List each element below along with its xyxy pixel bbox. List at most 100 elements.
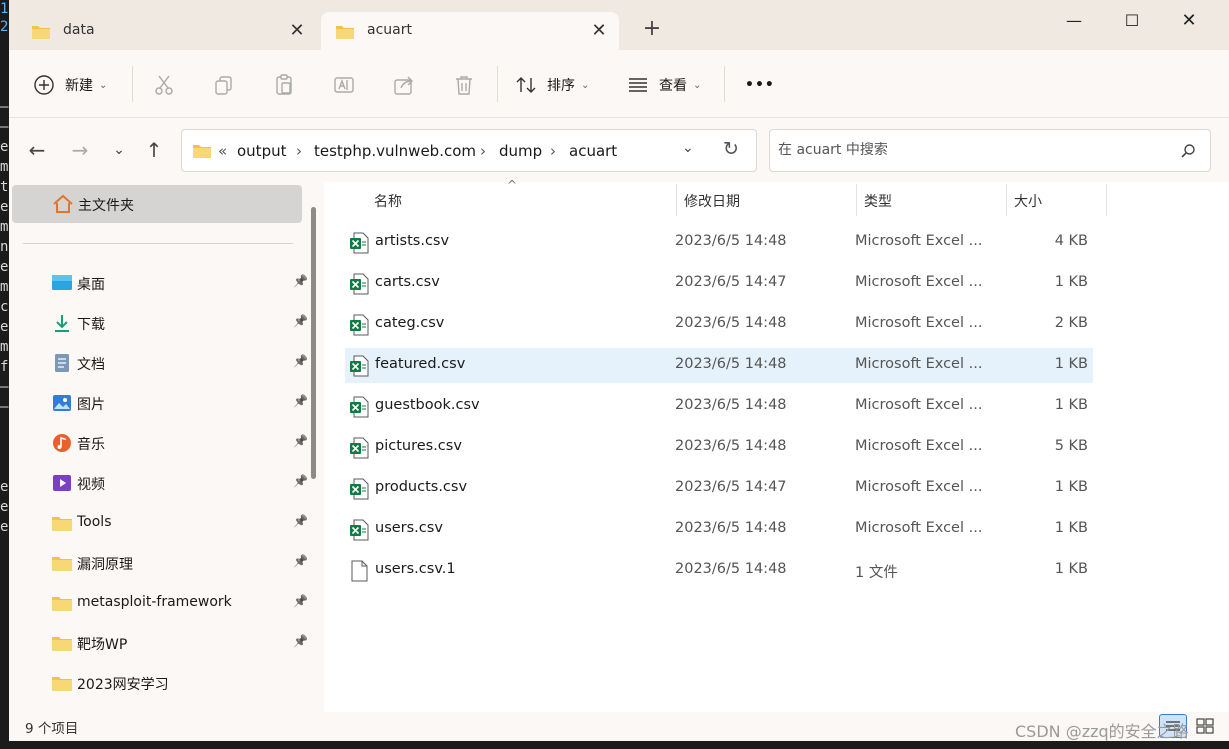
file-icon	[349, 560, 369, 586]
column-divider[interactable]	[676, 184, 677, 216]
file-type: Microsoft Excel ...	[855, 520, 983, 536]
breadcrumb-separator[interactable]: ›	[550, 142, 556, 160]
sidebar-scrollbar[interactable]	[311, 207, 316, 479]
pin-icon[interactable]: 📌	[293, 314, 308, 328]
breadcrumb-separator[interactable]: ›	[480, 142, 486, 160]
pin-icon[interactable]: 📌	[293, 554, 308, 568]
breadcrumb-output[interactable]: output	[237, 142, 286, 160]
pin-icon[interactable]: 📌	[293, 274, 308, 288]
sort-ascending-icon: ^	[507, 178, 518, 192]
file-row[interactable]: featured.csv 2023/6/5 14:48 Microsoft Exce…	[345, 348, 1093, 383]
column-header-size[interactable]: 大小	[1014, 191, 1042, 211]
close-icon[interactable]: ✕	[287, 20, 307, 41]
file-modified-date: 2023/6/5 14:48	[675, 438, 787, 454]
chevron-down-icon: ⌄	[581, 79, 590, 91]
paste-icon	[276, 74, 292, 95]
sidebar-item-8[interactable]: 漏洞原理 📌	[23, 544, 308, 582]
terminal-char: f	[0, 360, 9, 374]
pin-icon[interactable]: 📌	[293, 474, 308, 488]
pin-icon[interactable]: 📌	[293, 394, 308, 408]
column-header-date[interactable]: 修改日期	[684, 191, 740, 211]
paste-button[interactable]	[272, 68, 296, 102]
maximize-button[interactable]: ☐	[1112, 6, 1152, 36]
sidebar-item-5[interactable]: 音乐 📌	[23, 424, 308, 462]
folder-icon	[51, 513, 73, 533]
new-button[interactable]: 新建 ⌄	[33, 68, 107, 102]
tab-data[interactable]: data ✕	[17, 12, 317, 50]
folder-icon	[51, 633, 73, 653]
file-row[interactable]: carts.csv 2023/6/5 14:47 Microsoft Excel .…	[345, 266, 1093, 301]
search-icon[interactable]	[1180, 143, 1196, 159]
refresh-icon[interactable]: ↻	[723, 138, 739, 160]
file-name: artists.csv	[375, 233, 450, 249]
watermark: CSDN @zzq的安全之路	[1015, 722, 1189, 741]
tiles-view-toggle[interactable]	[1194, 716, 1216, 736]
tiles-view-icon	[1196, 718, 1214, 734]
copy-button[interactable]	[212, 68, 236, 102]
column-divider[interactable]	[1106, 184, 1107, 216]
pin-icon[interactable]: 📌	[293, 634, 308, 648]
rename-button[interactable]	[332, 68, 356, 102]
address-bar[interactable]: « output › testphp.vulnweb.com › dump › …	[181, 129, 757, 172]
new-tab-button[interactable]: +	[637, 16, 667, 41]
file-row[interactable]: users.csv.1 2023/6/5 14:48 1 文件 1 KB	[345, 553, 1093, 588]
breadcrumb-acuart[interactable]: acuart	[569, 142, 617, 160]
search-input[interactable]	[778, 142, 1158, 158]
cut-button[interactable]	[152, 68, 176, 102]
back-arrow-icon[interactable]: ←	[23, 138, 51, 162]
minimize-button[interactable]: —	[1054, 6, 1094, 36]
pin-icon[interactable]: 📌	[293, 354, 308, 368]
tab-acuart[interactable]: acuart ✕	[321, 12, 619, 50]
sidebar-item-home[interactable]: 主文件夹	[12, 185, 302, 223]
breadcrumb-separator[interactable]: ›	[296, 142, 302, 160]
view-list-icon	[629, 78, 647, 92]
sort-button[interactable]: 排序 ⌄	[515, 68, 589, 102]
column-divider[interactable]	[1006, 184, 1007, 216]
more-options-button[interactable]: •••	[745, 68, 775, 102]
sort-label: 排序	[547, 78, 575, 94]
pin-icon[interactable]: 📌	[293, 514, 308, 528]
share-button[interactable]	[392, 68, 416, 102]
pin-icon[interactable]: 📌	[293, 434, 308, 448]
toolbar-divider	[497, 66, 498, 102]
close-icon[interactable]: ✕	[589, 20, 609, 41]
breadcrumb-overflow[interactable]: «	[218, 142, 227, 160]
sidebar-item-1[interactable]: 桌面 📌	[23, 264, 308, 302]
sidebar-item-4[interactable]: 图片 📌	[23, 384, 308, 422]
file-row[interactable]: guestbook.csv 2023/6/5 14:48 Microsoft Exc…	[345, 389, 1093, 424]
sidebar-item-11[interactable]: 2023网安学习	[23, 664, 303, 702]
file-row[interactable]: users.csv 2023/6/5 14:48 Microsoft Excel .…	[345, 512, 1093, 547]
terminal-char: m	[0, 160, 9, 174]
download-icon	[51, 313, 73, 333]
search-box[interactable]	[769, 129, 1211, 172]
sidebar-item-3[interactable]: 文档 📌	[23, 344, 308, 382]
column-header-type[interactable]: 类型	[864, 191, 892, 211]
sidebar-item-9[interactable]: metasploit-framework 📌	[23, 584, 308, 622]
up-arrow-icon[interactable]: ↑	[140, 138, 168, 162]
file-row[interactable]: pictures.csv 2023/6/5 14:48 Microsoft Exce…	[345, 430, 1093, 465]
recent-locations-chevron-icon[interactable]: ⌄	[105, 142, 133, 158]
file-name: carts.csv	[375, 274, 440, 290]
pin-icon[interactable]: 📌	[293, 594, 308, 608]
delete-button[interactable]	[452, 68, 476, 102]
file-row[interactable]: products.csv 2023/6/5 14:47 Microsoft Exce…	[345, 471, 1093, 506]
view-button[interactable]: 查看 ⌄	[627, 68, 701, 102]
file-size: 4 KB	[1054, 233, 1088, 249]
column-header-name[interactable]: 名称	[374, 191, 402, 211]
forward-arrow-icon[interactable]: →	[66, 138, 94, 162]
close-window-button[interactable]: ✕	[1169, 6, 1209, 36]
sidebar-item-10[interactable]: 靶场WP 📌	[23, 624, 308, 662]
file-name: users.csv.1	[375, 561, 456, 577]
sidebar-item-label: 文档	[77, 357, 105, 373]
breadcrumb-testphp[interactable]: testphp.vulnweb.com	[314, 142, 476, 160]
sidebar-item-label: metasploit-framework	[77, 594, 232, 610]
sidebar-item-6[interactable]: 视频 📌	[23, 464, 308, 502]
column-divider[interactable]	[856, 184, 857, 216]
sidebar-item-2[interactable]: 下载 📌	[23, 304, 308, 342]
sidebar-item-7[interactable]: Tools 📌	[23, 504, 308, 542]
file-row[interactable]: categ.csv 2023/6/5 14:48 Microsoft Excel .…	[345, 307, 1093, 342]
file-row[interactable]: artists.csv 2023/6/5 14:48 Microsoft Excel…	[345, 225, 1093, 260]
breadcrumb-dump[interactable]: dump	[499, 142, 542, 160]
file-type: Microsoft Excel ...	[855, 479, 983, 495]
chevron-down-icon[interactable]: ⌄	[682, 140, 694, 156]
